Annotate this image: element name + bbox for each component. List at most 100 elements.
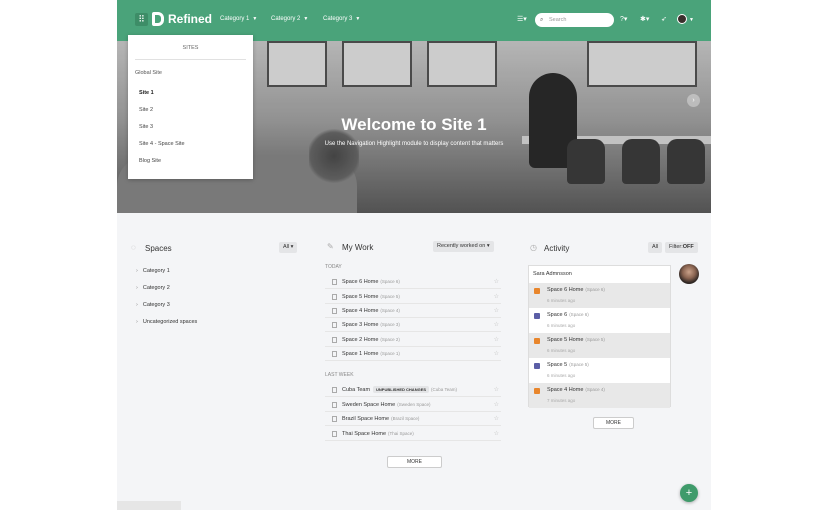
spaces-filter-dropdown[interactable]: All ▾	[279, 242, 298, 253]
space-category-3[interactable]: › Category 3	[136, 302, 170, 308]
activity-item[interactable]: Space 5 Home (Space 5) 6 minutes ago	[529, 333, 670, 358]
divider	[135, 59, 246, 60]
activity-title-text: Space 6 Home	[547, 287, 584, 293]
my-work-title: My Work	[342, 243, 374, 252]
work-row-title: Space 5 Home	[342, 294, 379, 300]
work-row-space: (Sweden Space)	[397, 402, 431, 407]
create-fab-button[interactable]: +	[680, 484, 698, 502]
user-avatar[interactable]	[677, 14, 687, 24]
hero-next-icon[interactable]: ›	[687, 94, 700, 107]
space-category-label: Category 3	[142, 302, 170, 308]
work-row[interactable]: Space 5 Home (Space 5) ☆	[325, 290, 501, 304]
activity-item[interactable]: Space 5 (Space 5) 6 minutes ago	[529, 358, 670, 383]
chevron-right-icon: ›	[136, 285, 138, 291]
my-work-sort-dropdown[interactable]: Recently worked on ▾	[433, 241, 494, 252]
work-row[interactable]: Cuba Team UNPUBLISHED CHANGES (Cuba Team) ☆	[325, 383, 501, 397]
work-row-space: (Cuba Team)	[431, 387, 457, 392]
site-item-blog[interactable]: Blog Site	[139, 158, 161, 164]
work-row-space: (Space 1)	[380, 351, 400, 356]
chevron-down-icon[interactable]: ▼	[689, 17, 694, 23]
work-row-title: Space 6 Home	[342, 279, 379, 285]
search-input[interactable]: ⌕ Search	[535, 13, 614, 27]
star-icon[interactable]: ☆	[494, 304, 499, 318]
chevron-right-icon: ›	[136, 302, 138, 308]
site-item-3[interactable]: Site 3	[139, 124, 153, 130]
activity-user-avatar[interactable]	[679, 264, 699, 284]
activity-more-button[interactable]: MORE	[593, 417, 634, 429]
activity-filter-toggle[interactable]: Filter:OFF	[665, 242, 698, 253]
star-icon[interactable]: ☆	[494, 427, 499, 441]
work-row-space: (Brazil Space)	[391, 416, 420, 421]
gear-icon[interactable]: ✱▾	[640, 15, 649, 23]
work-row-space: (Space 3)	[380, 322, 400, 327]
work-row-space: (Space 6)	[380, 279, 400, 284]
brand-logo[interactable]: Refined	[152, 12, 212, 26]
help-icon[interactable]: ?▾	[620, 15, 627, 23]
page-icon	[332, 336, 337, 343]
nav-category-2[interactable]: Category 2 ▼	[271, 16, 308, 22]
work-row-title: Brazil Space Home	[342, 416, 390, 422]
page: Welcome to Site 1 Use the Navigation Hig…	[117, 0, 711, 510]
page-icon	[332, 278, 337, 285]
nav-category-label: Category 2	[271, 16, 301, 22]
chevron-down-icon: ▼	[355, 16, 361, 22]
work-row[interactable]: Thai Space Home (Thai Space) ☆	[325, 427, 501, 441]
work-row[interactable]: Space 1 Home (Space 1) ☆	[325, 347, 501, 361]
activity-item-title: Space 4 Home (Space 4)	[547, 387, 605, 393]
refined-logo-icon	[152, 12, 164, 26]
activity-time: 6 minutes ago	[547, 373, 576, 378]
work-row-space: (Space 5)	[380, 294, 400, 299]
space-icon	[534, 363, 540, 369]
nav-category-3[interactable]: Category 3 ▼	[323, 16, 360, 22]
activity-item[interactable]: Space 6 (Space 6) 6 minutes ago	[529, 308, 670, 333]
star-icon[interactable]: ☆	[494, 333, 499, 347]
space-icon	[534, 313, 540, 319]
page-icon	[332, 386, 337, 393]
chevron-down-icon: ▼	[303, 16, 309, 22]
star-icon[interactable]: ☆	[494, 347, 499, 361]
page-icon	[332, 415, 337, 422]
unpublished-badge: UNPUBLISHED CHANGES	[373, 386, 430, 394]
activity-time: 6 minutes ago	[547, 348, 576, 353]
work-row[interactable]: Space 3 Home (Space 3) ☆	[325, 318, 501, 332]
activity-filter-all[interactable]: All	[648, 242, 663, 253]
grid-icon[interactable]: ⠿	[135, 13, 148, 26]
space-category-2[interactable]: › Category 2	[136, 285, 170, 291]
nav-category-1[interactable]: Category 1 ▼	[220, 16, 257, 22]
work-row[interactable]: Space 4 Home (Space 4) ☆	[325, 304, 501, 318]
brand-name: Refined	[168, 12, 213, 26]
activity-item[interactable]: Space 6 Home (Space 6) 6 minutes ago	[529, 283, 670, 308]
clock-icon: ◷	[530, 243, 537, 252]
activity-item[interactable]: Space 4 Home (Space 4) 7 minutes ago	[529, 383, 670, 408]
work-row[interactable]: Brazil Space Home (Brazil Space) ☆	[325, 412, 501, 426]
list-icon[interactable]: ☰▾	[517, 15, 527, 23]
work-row[interactable]: Space 6 Home (Space 6) ☆	[325, 275, 501, 289]
star-icon[interactable]: ☆	[494, 412, 499, 426]
star-icon[interactable]: ☆	[494, 398, 499, 412]
sites-dropdown: SITES Global Site Site 1 Site 2 Site 3 S…	[128, 35, 253, 179]
star-icon[interactable]: ☆	[494, 290, 499, 304]
footer-bar	[117, 501, 181, 510]
space-category-1[interactable]: › Category 1	[136, 268, 170, 274]
activity-title-text: Space 4 Home	[547, 387, 584, 393]
site-item-2[interactable]: Site 2	[139, 107, 153, 113]
site-item-4[interactable]: Site 4 - Space Site	[139, 141, 185, 147]
work-row-title: Space 1 Home	[342, 351, 379, 357]
work-row[interactable]: Space 2 Home (Space 2) ☆	[325, 333, 501, 347]
page-icon	[332, 321, 337, 328]
rocket-icon[interactable]: ➶	[661, 15, 667, 23]
star-icon[interactable]: ☆	[494, 383, 499, 397]
space-category-uncategorized[interactable]: › Uncategorized spaces	[136, 319, 197, 325]
activity-item-title: Space 6 (Space 6)	[547, 312, 589, 318]
activity-user[interactable]: Sara Admnsson	[533, 271, 572, 277]
global-site-link[interactable]: Global Site	[135, 70, 162, 76]
star-icon[interactable]: ☆	[494, 318, 499, 332]
star-icon[interactable]: ☆	[494, 275, 499, 289]
space-category-label: Uncategorized spaces	[142, 319, 198, 325]
chevron-right-icon: ›	[136, 268, 138, 274]
site-item-1[interactable]: Site 1	[139, 90, 154, 96]
chevron-down-icon: ▾	[486, 243, 490, 249]
section-label: LAST WEEK	[325, 372, 354, 378]
my-work-more-button[interactable]: MORE	[387, 456, 442, 468]
work-row[interactable]: Sweden Space Home (Sweden Space) ☆	[325, 398, 501, 412]
